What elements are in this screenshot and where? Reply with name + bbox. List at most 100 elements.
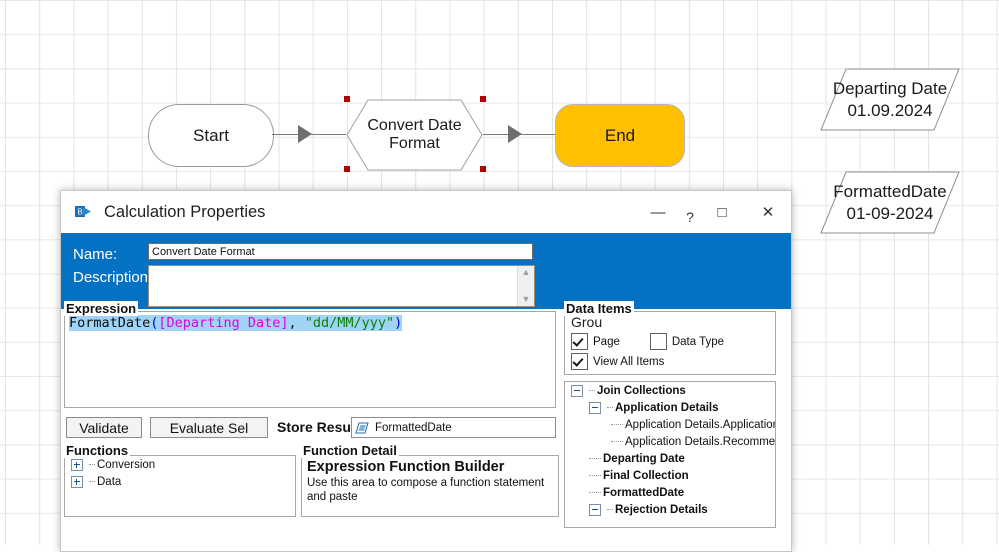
name-label: Name: xyxy=(73,246,117,263)
checkbox-data-type[interactable]: Data Type xyxy=(644,333,724,350)
selection-handle-bottom-left[interactable] xyxy=(344,166,350,172)
description-scrollbar[interactable]: ▲ ▼ xyxy=(517,266,534,306)
flow-node-start[interactable]: Start xyxy=(148,104,274,167)
tree-item-formatted-date[interactable]: FormattedDate xyxy=(565,484,775,501)
data-items-tree[interactable]: Join Collections Application Details App… xyxy=(564,381,776,528)
tree-item-label: Rejection Details xyxy=(615,504,708,516)
calculation-properties-dialog[interactable]: B Calculation Properties — ? □ ✕ Name: D… xyxy=(60,190,792,552)
selection-handle-bottom-right[interactable] xyxy=(480,166,486,172)
tree-item-label: Departing Date xyxy=(603,453,685,465)
evaluate-selection-button[interactable]: Evaluate Sel xyxy=(150,417,268,438)
tree-connector xyxy=(589,458,601,459)
flow-node-convert-date-format-label: Convert Date Format xyxy=(346,117,483,154)
expand-icon[interactable] xyxy=(71,476,83,488)
data-shape-formatted-date-text: FormattedDate 01-09-2024 xyxy=(820,171,960,234)
tree-connector xyxy=(607,509,613,510)
maximize-button[interactable]: □ xyxy=(699,191,745,233)
tree-item-final-collection[interactable]: Final Collection xyxy=(565,467,775,484)
label-line-2: Format xyxy=(346,135,483,153)
checkbox-page-label: Page xyxy=(593,336,620,348)
store-result-value: FormattedDate xyxy=(375,422,452,434)
functions-tree-item-label: Data xyxy=(97,476,121,488)
tree-item-label: Join Collections xyxy=(597,385,686,397)
functions-tree-item[interactable]: Data xyxy=(65,473,295,490)
functions-tree-item-label: Conversion xyxy=(97,459,155,471)
help-button[interactable]: ? xyxy=(681,191,699,238)
expand-icon[interactable] xyxy=(71,459,83,471)
tree-item-recommend[interactable]: Application Details.Recommend xyxy=(565,433,775,450)
tree-item-label: Application Details.Application I xyxy=(625,419,776,431)
checkbox-page[interactable]: Page xyxy=(565,333,620,350)
close-button[interactable]: ✕ xyxy=(745,191,791,233)
tree-connector xyxy=(611,424,623,425)
function-detail-panel[interactable]: Expression Function Builder Use this are… xyxy=(301,455,559,517)
collapse-icon[interactable] xyxy=(571,385,583,397)
arrowhead-2 xyxy=(508,125,522,143)
tree-connector xyxy=(589,492,601,493)
tree-item-label: Application Details xyxy=(615,402,719,414)
collapse-icon[interactable] xyxy=(589,504,601,516)
flow-node-end[interactable]: End xyxy=(555,104,685,167)
description-label: Description: xyxy=(73,269,152,286)
checkbox-icon[interactable] xyxy=(571,353,588,370)
window-controls[interactable]: — ? □ ✕ xyxy=(635,191,791,233)
functions-tree-item[interactable]: Conversion xyxy=(65,456,295,473)
data-shape-title: FormattedDate xyxy=(833,181,946,202)
function-detail-title: Expression Function Builder xyxy=(302,456,558,475)
checkbox-icon[interactable] xyxy=(650,333,667,350)
flow-node-end-label: End xyxy=(605,126,635,146)
tree-item-application-details[interactable]: Application Details xyxy=(565,399,775,416)
minimize-button[interactable]: — xyxy=(635,191,681,233)
functions-group-label: Functions xyxy=(64,443,130,458)
tree-item-label: Final Collection xyxy=(603,470,689,482)
label-line-1: Convert Date xyxy=(346,117,483,135)
tree-connector xyxy=(607,407,613,408)
tree-connector xyxy=(89,481,95,482)
tree-item-rejection-details[interactable]: Rejection Details xyxy=(565,501,775,518)
tree-item-join-collections[interactable]: Join Collections xyxy=(565,382,775,399)
validate-button[interactable]: Validate xyxy=(66,417,142,438)
tree-item-label: FormattedDate xyxy=(603,487,684,499)
selection-handle-top-left[interactable] xyxy=(344,96,350,102)
data-shape-value: 01.09.2024 xyxy=(847,100,932,121)
tree-item-application-id[interactable]: Application Details.Application I xyxy=(565,416,775,433)
tree-item-label: Application Details.Recommend xyxy=(625,436,776,448)
svg-text:B: B xyxy=(77,208,82,217)
checkbox-view-all-label: View All Items xyxy=(593,356,664,368)
calculation-icon: B xyxy=(73,202,93,222)
data-shape-departing-date[interactable]: Departing Date 01.09.2024 xyxy=(820,68,960,131)
dialog-header-band: Name: Description: ▲ ▼ xyxy=(61,233,791,310)
tree-item-departing-date[interactable]: Departing Date xyxy=(565,450,775,467)
expression-editor[interactable]: FormatDate([Departing Date], "dd/MM/yyy"… xyxy=(64,311,556,408)
dialog-titlebar[interactable]: B Calculation Properties — ? □ ✕ xyxy=(61,191,791,233)
data-shape-formatted-date[interactable]: FormattedDate 01-09-2024 xyxy=(820,171,960,234)
tree-connector xyxy=(589,475,601,476)
expression-text[interactable]: FormatDate([Departing Date], "dd/MM/yyy"… xyxy=(65,312,555,335)
data-items-group-label: Data Items xyxy=(564,301,634,316)
dialog-body: Expression FormatDate([Departing Date], … xyxy=(61,309,791,551)
arrowhead-1 xyxy=(298,125,312,143)
data-items-options[interactable]: Grou Page Data Type View All Items xyxy=(564,311,776,375)
tree-connector xyxy=(611,441,623,442)
tree-connector xyxy=(89,464,95,465)
flow-node-convert-date-format[interactable]: Convert Date Format xyxy=(346,99,483,171)
dialog-title: Calculation Properties xyxy=(104,203,265,222)
tree-connector xyxy=(589,390,595,391)
data-shape-title: Departing Date xyxy=(833,78,947,99)
store-result-field[interactable]: FormattedDate xyxy=(351,417,556,438)
functions-tree[interactable]: Conversion Data xyxy=(64,455,296,517)
data-item-icon xyxy=(355,421,369,435)
function-detail-group-label: Function Detail xyxy=(301,443,399,458)
checkbox-data-type-label: Data Type xyxy=(672,336,724,348)
scroll-up-icon[interactable]: ▲ xyxy=(522,268,531,277)
name-input[interactable] xyxy=(148,243,533,260)
description-field-wrapper[interactable]: ▲ ▼ xyxy=(148,265,535,307)
checkbox-view-all-items[interactable]: View All Items xyxy=(565,353,775,370)
collapse-icon[interactable] xyxy=(589,402,601,414)
store-result-label: Store Resu xyxy=(277,419,351,435)
function-detail-body: Use this area to compose a function stat… xyxy=(302,475,558,506)
checkbox-icon[interactable] xyxy=(571,333,588,350)
selection-handle-top-right[interactable] xyxy=(480,96,486,102)
description-input[interactable] xyxy=(149,266,517,306)
scroll-down-icon[interactable]: ▼ xyxy=(522,295,531,304)
